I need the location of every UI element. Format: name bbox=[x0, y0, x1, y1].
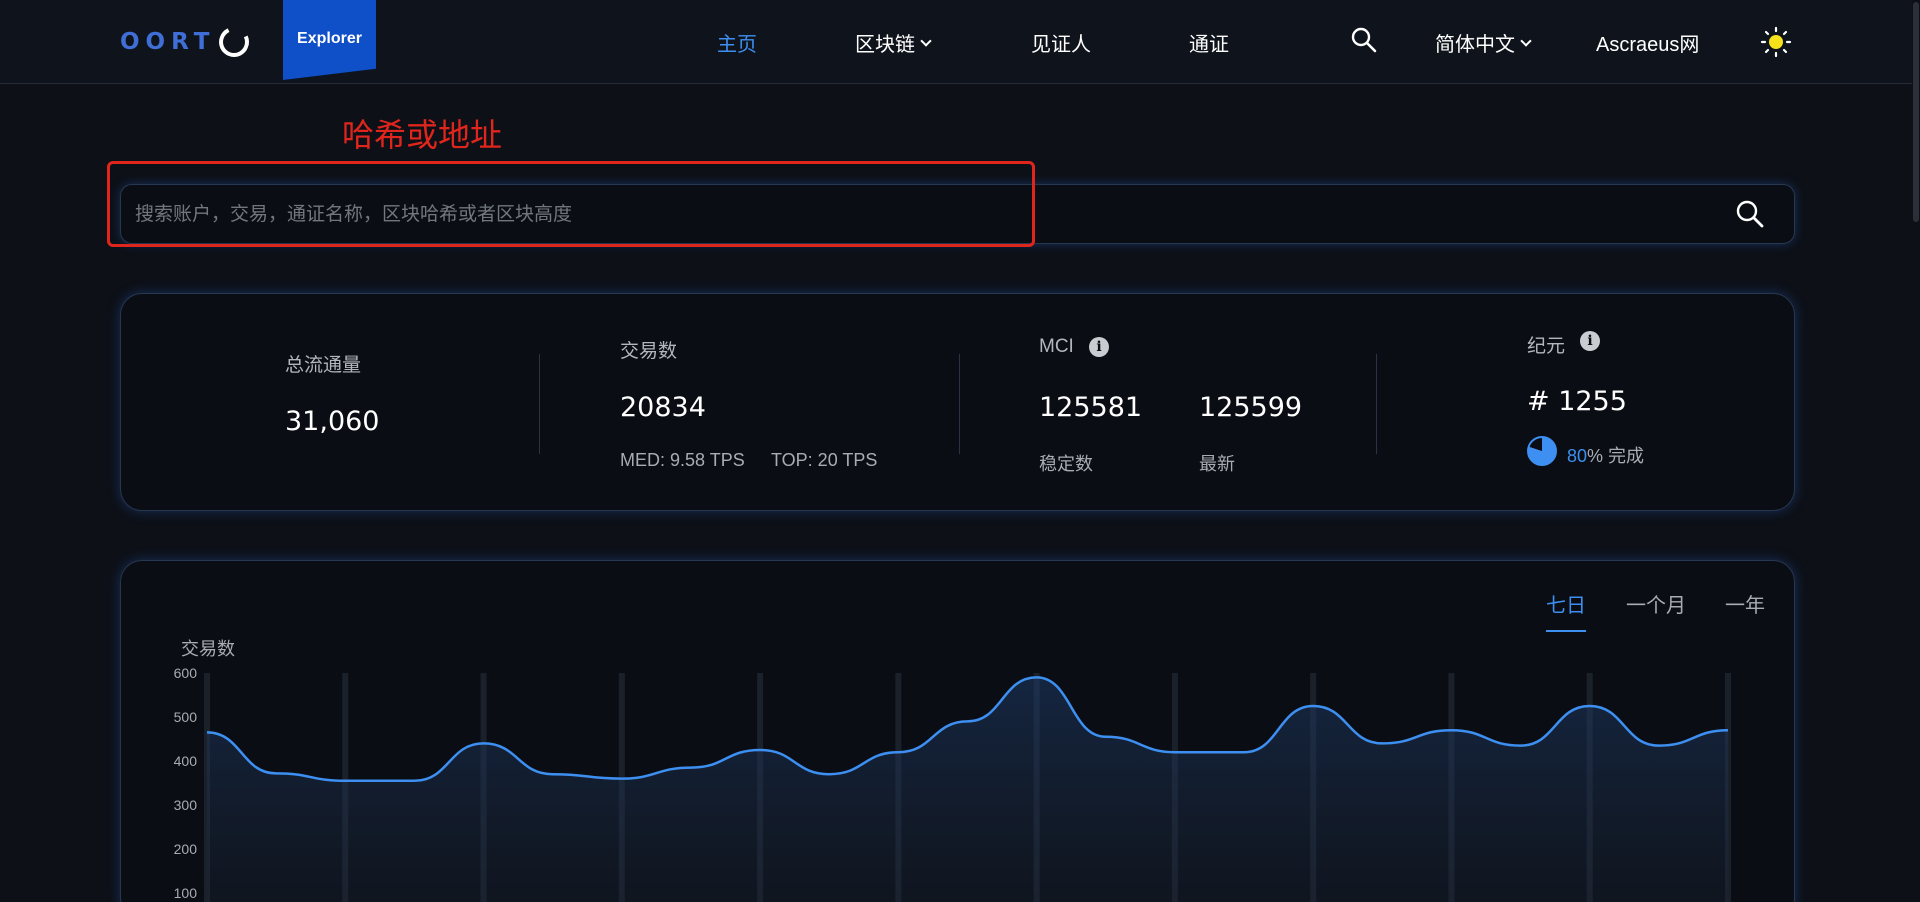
chart-data-point[interactable] bbox=[1310, 703, 1316, 709]
logo-text: OORT bbox=[120, 29, 216, 55]
chart-data-point[interactable] bbox=[757, 747, 763, 753]
circulation-value: 31,060 bbox=[285, 406, 380, 437]
chart-data-point[interactable] bbox=[1379, 740, 1385, 746]
search-submit-icon[interactable] bbox=[1735, 199, 1765, 234]
chart-data-point[interactable] bbox=[1034, 674, 1040, 680]
epoch-value: # 1255 bbox=[1527, 386, 1627, 417]
language-label: 简体中文 bbox=[1435, 34, 1515, 56]
chart-data-point[interactable] bbox=[342, 778, 348, 784]
stats-card: 总流通量 31,060 交易数 20834 MED: 9.58 TPS TOP:… bbox=[120, 293, 1795, 511]
stats-divider bbox=[539, 354, 540, 454]
info-icon[interactable]: i bbox=[1580, 331, 1600, 351]
y-tick-label: 500 bbox=[174, 709, 198, 725]
chart-data-point[interactable] bbox=[481, 740, 487, 746]
chart-data-point[interactable] bbox=[826, 771, 832, 777]
epoch-label: 纪元 bbox=[1527, 336, 1566, 357]
chart-data-point[interactable] bbox=[1103, 734, 1109, 740]
nav-blockchain-label: 区块链 bbox=[855, 34, 915, 56]
epoch-progress-pie-icon bbox=[1527, 436, 1557, 466]
mci-latest-label: 最新 bbox=[1199, 454, 1235, 474]
network-selector[interactable]: Ascraeus网 bbox=[1596, 28, 1699, 57]
theme-toggle-sun-icon[interactable] bbox=[1760, 26, 1792, 63]
chart-data-point[interactable] bbox=[619, 776, 625, 782]
header-search-icon[interactable] bbox=[1350, 26, 1378, 59]
tx-top-tps: TOP: 20 TPS bbox=[771, 450, 878, 470]
y-tick-label: 200 bbox=[174, 841, 198, 857]
stats-divider bbox=[959, 354, 960, 454]
search-annotation-label: 哈希或地址 bbox=[342, 117, 503, 153]
tx-count-value: 20834 bbox=[620, 392, 706, 423]
epoch-progress-text: 80% 完成 bbox=[1567, 442, 1644, 468]
chart-data-point[interactable] bbox=[1587, 703, 1593, 709]
chart-data-point[interactable] bbox=[1518, 743, 1524, 749]
nav-home[interactable]: 主页 bbox=[717, 28, 757, 57]
language-selector[interactable]: 简体中文 bbox=[1435, 28, 1532, 57]
nav-home-label: 主页 bbox=[717, 34, 757, 56]
logo-ring-icon bbox=[215, 22, 254, 62]
chart-data-point[interactable] bbox=[1241, 749, 1247, 755]
y-tick-label: 600 bbox=[174, 665, 198, 681]
y-tick-label: 300 bbox=[174, 797, 198, 813]
y-tick-label: 400 bbox=[174, 753, 198, 769]
scrollbar[interactable] bbox=[1912, 0, 1920, 902]
top-nav-bar: OORT Explorer 主页 区块链 见证人 通证 简体中文 Ascraeu… bbox=[0, 0, 1920, 84]
epoch-percent-suffix: % 完成 bbox=[1587, 446, 1645, 466]
info-icon[interactable]: i bbox=[1089, 337, 1109, 357]
mci-label: MCI bbox=[1039, 336, 1074, 357]
tx-med-tps: MED: 9.58 TPS bbox=[620, 450, 745, 470]
chart-data-point[interactable] bbox=[1725, 727, 1731, 733]
chevron-down-icon bbox=[1520, 34, 1532, 47]
chart-data-point[interactable] bbox=[204, 729, 210, 735]
chart-data-point[interactable] bbox=[965, 718, 971, 724]
chart-data-point[interactable] bbox=[411, 778, 417, 784]
nav-token-label: 通证 bbox=[1189, 34, 1229, 56]
tx-count-label: 交易数 bbox=[620, 341, 678, 362]
nav-witness-label: 见证人 bbox=[1031, 34, 1091, 56]
chart-data-point[interactable] bbox=[1656, 743, 1662, 749]
chart-data-point[interactable] bbox=[895, 749, 901, 755]
chart-data-point[interactable] bbox=[1448, 727, 1454, 733]
oort-logo[interactable]: OORT bbox=[120, 22, 254, 62]
search-bar bbox=[120, 184, 1795, 244]
search-input[interactable] bbox=[135, 195, 1695, 235]
epoch-percent: 80 bbox=[1567, 446, 1588, 466]
chart-data-point[interactable] bbox=[688, 765, 694, 771]
chart-data-point[interactable] bbox=[1172, 749, 1178, 755]
chart-area-fill bbox=[207, 677, 1728, 902]
chevron-down-icon bbox=[920, 34, 932, 47]
mci-stable-value: 125581 bbox=[1039, 392, 1143, 423]
explorer-tag: Explorer bbox=[283, 0, 376, 80]
network-label: Ascraeus网 bbox=[1596, 34, 1700, 56]
y-tick-label: 100 bbox=[174, 885, 198, 901]
chart-data-point[interactable] bbox=[273, 770, 279, 776]
chart-data-point[interactable] bbox=[550, 771, 556, 777]
nav-blockchain[interactable]: 区块链 bbox=[855, 28, 932, 57]
mci-latest-value: 125599 bbox=[1199, 392, 1303, 423]
scrollbar-thumb[interactable] bbox=[1913, 2, 1919, 222]
nav-token[interactable]: 通证 bbox=[1189, 28, 1229, 57]
circulation-label: 总流通量 bbox=[285, 355, 362, 376]
mci-stable-label: 稳定数 bbox=[1039, 454, 1093, 474]
tx-area-chart: 600 500 400 300 200 100 bbox=[174, 665, 1731, 902]
tx-chart-card: 七日 一个月 一年 交易数 600 500 400 300 200 100 bbox=[120, 560, 1795, 902]
stats-divider bbox=[1376, 354, 1377, 454]
nav-witness[interactable]: 见证人 bbox=[1031, 28, 1091, 57]
